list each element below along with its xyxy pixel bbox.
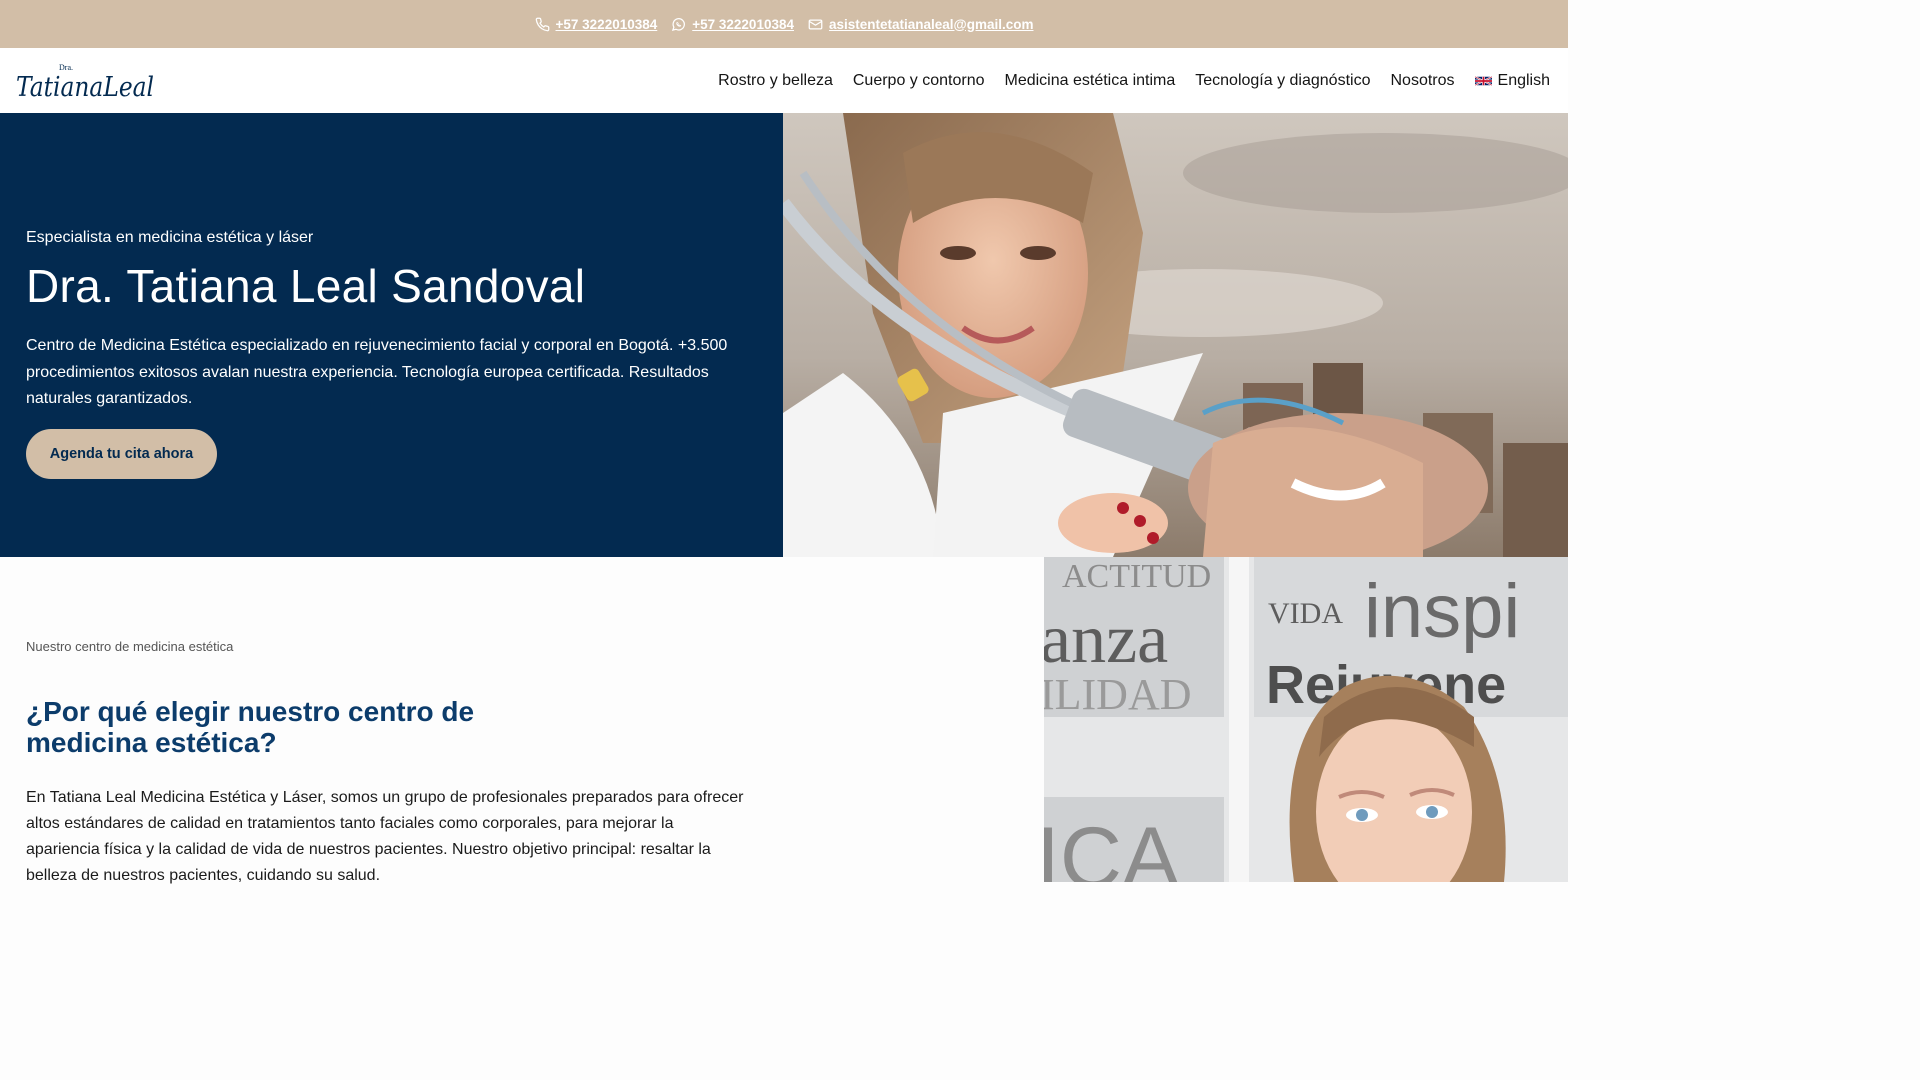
hero-panel: Especialista en medicina estética y láse… [0, 113, 783, 557]
wall-word-vida: VIDA [1268, 597, 1343, 630]
hero-photo [783, 113, 1568, 557]
phone-link[interactable]: +57 3222010384 [556, 17, 658, 32]
email-link[interactable]: asistentetatianaleal@gmail.com [829, 17, 1034, 32]
wall-word-actitud: ACTITUD [1062, 558, 1211, 595]
nav-item-tecnologia-y-diagnostico[interactable]: Tecnología y diagnóstico [1195, 72, 1370, 90]
about-title: ¿Por qué elegir nuestro centro de medici… [26, 696, 475, 758]
language-switcher[interactable]: English [1474, 71, 1550, 90]
hero-section: Especialista en medicina estética y láse… [0, 113, 1568, 557]
uk-flag-icon [1474, 75, 1492, 86]
site-logo[interactable]: Dra. TatianaLeal [14, 60, 159, 104]
language-label: English [1497, 71, 1550, 89]
hero-title: Dra. Tatiana Leal Sandoval [26, 260, 586, 312]
main-menu: Rostro y belleza Cuerpo y contorno Medic… [718, 48, 1550, 113]
about-eyebrow: Nuestro centro de medicina estética [26, 639, 234, 654]
nav-item-cuerpo-y-contorno[interactable]: Cuerpo y contorno [853, 72, 985, 90]
nav-item-nosotros[interactable]: Nosotros [1390, 72, 1454, 90]
logo-name: TatianaLeal [16, 72, 154, 103]
hero-description: Centro de Medicina Estética especializad… [26, 337, 728, 407]
doctor-laser-treatment-image [783, 113, 1568, 557]
phone-contact[interactable]: +57 3222010384 [535, 17, 658, 32]
about-text: En Tatiana Leal Medicina Estética y Láse… [26, 789, 744, 884]
logo-prefix: Dra. [59, 63, 73, 72]
wall-word-anza: anza [1044, 601, 1168, 678]
phone-icon [535, 17, 549, 31]
email-contact[interactable]: asistentetatianaleal@gmail.com [808, 17, 1034, 32]
doctor-portrait-image: ACTITUD anza ILIDAD VIDA inspi Rejuvene … [1044, 557, 1568, 882]
whatsapp-icon [672, 17, 686, 31]
nav-item-medicina-estetica-intima[interactable]: Medicina estética intima [1005, 72, 1176, 90]
nav-item-rostro-y-belleza[interactable]: Rostro y belleza [718, 72, 833, 90]
wall-word-ilidad: ILIDAD [1044, 670, 1192, 719]
hero-eyebrow: Especialista en medicina estética y láse… [26, 229, 314, 246]
about-photo: ACTITUD anza ILIDAD VIDA inspi Rejuvene … [1044, 557, 1568, 882]
mail-icon [808, 19, 823, 29]
book-appointment-button[interactable]: Agenda tu cita ahora [26, 429, 217, 479]
main-header: Dra. TatianaLeal Rostro y belleza Cuerpo… [0, 48, 1568, 113]
contact-bar: +57 3222010384 +57 3222010384 asistentet… [0, 0, 1568, 48]
whatsapp-link[interactable]: +57 3222010384 [692, 17, 794, 32]
wall-word-ica: ICA [1044, 810, 1180, 882]
whatsapp-contact[interactable]: +57 3222010384 [671, 17, 794, 32]
wall-word-inspi: inspi [1364, 569, 1520, 654]
